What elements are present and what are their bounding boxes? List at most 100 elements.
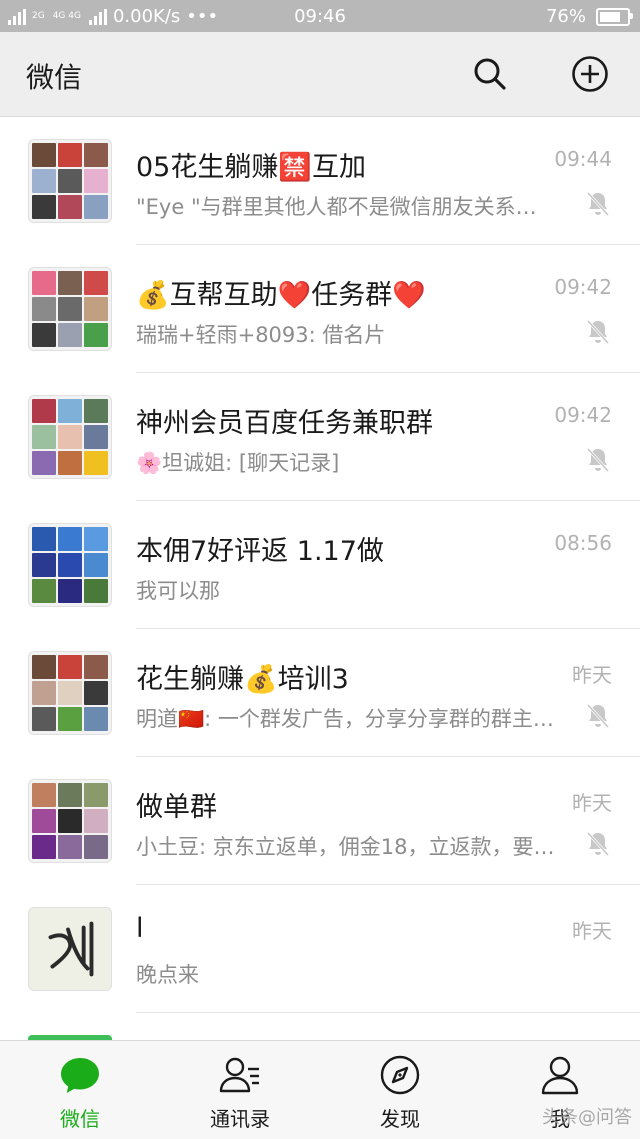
member-thumbnail [84, 323, 108, 347]
member-thumbnail [58, 169, 82, 193]
member-thumbnail [32, 323, 56, 347]
mute-bell-icon [586, 447, 610, 473]
row-divider [136, 1012, 640, 1013]
battery-fill [600, 11, 620, 22]
search-button[interactable] [470, 54, 510, 94]
compass-icon [380, 1055, 420, 1095]
chat-time: 昨天 [572, 919, 612, 943]
member-thumbnail [58, 323, 82, 347]
chat-time: 09:42 [554, 275, 612, 299]
chat-avatar [28, 139, 112, 223]
status-bar: 2G 4G 4G 0.00K/s ••• 09:46 76% [0, 0, 640, 32]
chat-time: 08:56 [554, 531, 612, 555]
member-thumbnail [58, 271, 82, 295]
member-thumbnail [32, 271, 56, 295]
chat-avatar [28, 907, 112, 991]
member-thumbnail [84, 707, 108, 731]
member-thumbnail [32, 783, 56, 807]
member-thumbnail [58, 809, 82, 833]
tab-contacts[interactable]: 通讯录 [160, 1041, 320, 1139]
member-thumbnail [84, 527, 108, 551]
chat-row[interactable]: l 晚点来 昨天 [0, 885, 640, 1013]
member-thumbnail [32, 297, 56, 321]
chat-time: 昨天 [572, 663, 612, 687]
member-thumbnail [84, 681, 108, 705]
mute-bell-icon [586, 319, 610, 345]
chat-name: 神州会员百度任务兼职群 [136, 408, 433, 439]
chat-preview: 明道🇨🇳: 一个群发广告，分享分享群的群主，被群友举报后 [136, 707, 556, 731]
member-thumbnail [84, 143, 108, 167]
chat-row[interactable]: 05花生躺赚🈲互加 "Eye "与群里其他人都不是微信朋友关系，请注意隐私安全 09… [0, 117, 640, 245]
member-thumbnail [32, 579, 56, 603]
calligraphy-avatar-icon [29, 908, 111, 990]
member-thumbnail [32, 681, 56, 705]
page-title: 微信 [26, 61, 83, 94]
app-header: 微信 [0, 32, 640, 117]
mute-bell-icon [586, 703, 610, 729]
member-thumbnail [32, 527, 56, 551]
battery-percent: 76% [545, 6, 586, 27]
member-thumbnail [58, 553, 82, 577]
watermark: 头条@问答 [542, 1107, 632, 1128]
tab-discover-label: 发现 [380, 1107, 420, 1131]
chat-bubble-icon [61, 1058, 99, 1093]
chat-time: 09:44 [554, 147, 612, 171]
search-icon [474, 58, 506, 90]
chat-preview: 晚点来 [136, 963, 199, 987]
chat-row[interactable]: 花生躺赚💰培训3 明道🇨🇳: 一个群发广告，分享分享群的群主，被群友举报后昨天 [0, 629, 640, 757]
chat-row[interactable]: 做单群小土豆: 京东立返单，佣金18，立返款，要的联系我昨天 [0, 757, 640, 885]
member-thumbnail [32, 399, 56, 423]
member-thumbnail [84, 783, 108, 807]
member-thumbnail [32, 809, 56, 833]
member-thumbnail [84, 579, 108, 603]
member-thumbnail [84, 835, 108, 859]
mute-bell-icon [586, 831, 610, 857]
member-thumbnail [84, 655, 108, 679]
member-thumbnail [58, 783, 82, 807]
add-button[interactable] [570, 54, 610, 94]
chat-row[interactable]: 本佣7好评返 1.17做 我可以那 08:56 [0, 501, 640, 629]
chat-avatar [28, 779, 112, 863]
person-icon [541, 1056, 579, 1095]
chat-preview: 瑞瑞+轻雨+8093: 借名片 [136, 323, 386, 347]
tab-discover[interactable]: 发现 [320, 1041, 480, 1139]
member-thumbnail [84, 425, 108, 449]
tab-chats-label: 微信 [60, 1107, 100, 1131]
member-thumbnail [58, 143, 82, 167]
group-avatar-grid [29, 268, 111, 350]
chat-time: 昨天 [572, 791, 612, 815]
member-thumbnail [58, 707, 82, 731]
chat-name: 05花生躺赚🈲互加 [136, 152, 366, 183]
group-avatar-grid [29, 396, 111, 478]
chat-name: 做单群 [136, 792, 217, 823]
chat-name: 花生躺赚💰培训3 [136, 664, 349, 695]
chat-avatar [28, 651, 112, 735]
status-time: 09:46 [294, 6, 346, 27]
chat-avatar [28, 523, 112, 607]
group-avatar-grid [29, 524, 111, 606]
chat-preview: 小土豆: 京东立返单，佣金18，立返款，要的联系我 [136, 835, 556, 859]
group-avatar-grid [29, 780, 111, 862]
chat-preview: 🌸坦诚姐: [聊天记录] [136, 451, 340, 475]
chat-preview: "Eye "与群里其他人都不是微信朋友关系，请注意隐私安全 [136, 195, 556, 219]
member-thumbnail [58, 297, 82, 321]
group-avatar-grid [29, 140, 111, 222]
member-thumbnail [32, 707, 56, 731]
member-thumbnail [58, 681, 82, 705]
contacts-icon [219, 1057, 259, 1093]
chat-avatar [28, 395, 112, 479]
member-thumbnail [32, 655, 56, 679]
mute-bell-icon [586, 191, 610, 217]
member-thumbnail [84, 271, 108, 295]
plus-circle-icon [572, 56, 608, 92]
member-thumbnail [84, 399, 108, 423]
chat-row[interactable]: 💰互帮互助❤️任务群❤️ 瑞瑞+轻雨+8093: 借名片 09:42 [0, 245, 640, 373]
member-thumbnail [84, 169, 108, 193]
member-thumbnail [32, 451, 56, 475]
chat-name: 本佣7好评返 1.17做 [136, 536, 384, 567]
member-thumbnail [84, 451, 108, 475]
chat-row[interactable]: 神州会员百度任务兼职群 🌸坦诚姐: [聊天记录] 09:42 [0, 373, 640, 501]
tab-chats[interactable]: 微信 [0, 1041, 160, 1139]
member-thumbnail [58, 425, 82, 449]
chat-name: 💰互帮互助❤️任务群❤️ [136, 280, 426, 311]
